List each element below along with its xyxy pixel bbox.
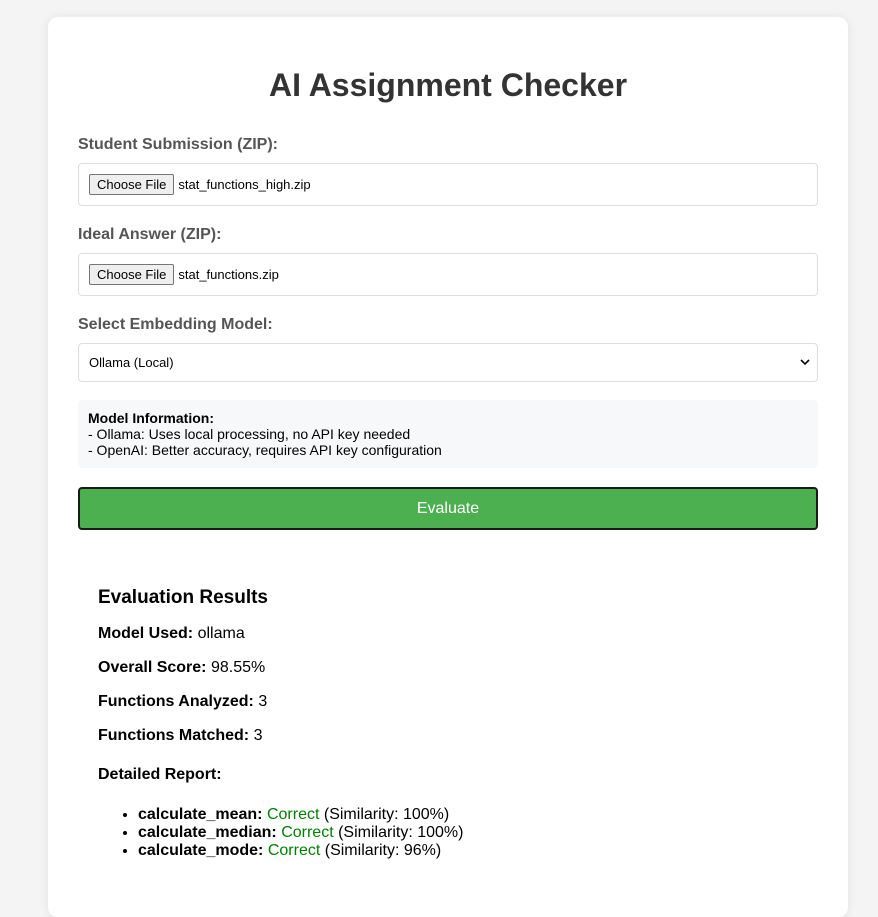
student-submission-group: Student Submission (ZIP): Choose File st… [78, 135, 818, 206]
model-used-row: Model Used: ollama [98, 624, 798, 644]
student-file-input[interactable]: Choose File stat_functions_high.zip [78, 163, 818, 206]
ideal-answer-label: Ideal Answer (ZIP): [78, 226, 222, 243]
model-select-group: Select Embedding Model: Ollama (Local) [78, 315, 818, 382]
ideal-answer-group: Ideal Answer (ZIP): Choose File stat_fun… [78, 225, 818, 296]
function-status: Correct [281, 824, 334, 841]
model-info-box: Model Information: - Ollama: Uses local … [78, 400, 818, 468]
ideal-choose-file-button[interactable]: Choose File [89, 264, 175, 285]
function-name: calculate_median: [138, 824, 277, 841]
functions-matched-row: Functions Matched: 3 [98, 726, 798, 746]
detailed-report-list: calculate_mean: Correct (Similarity: 100… [98, 806, 798, 860]
student-submission-label: Student Submission (ZIP): [78, 136, 278, 153]
evaluate-button[interactable]: Evaluate [78, 487, 818, 530]
functions-matched-value: 3 [253, 727, 263, 744]
student-choose-file-button[interactable]: Choose File [89, 174, 175, 195]
model-select-label: Select Embedding Model: [78, 316, 273, 333]
ideal-file-name: stat_functions.zip [178, 267, 279, 282]
main-card: AI Assignment Checker Student Submission… [48, 17, 848, 917]
function-similarity: (Similarity: 96%) [324, 842, 442, 859]
functions-analyzed-label: Functions Analyzed: [98, 693, 254, 710]
model-select-value: Ollama (Local) [89, 355, 174, 370]
page-title: AI Assignment Checker [268, 67, 628, 103]
functions-matched-label: Functions Matched: [98, 727, 250, 744]
function-status: Correct [267, 842, 321, 859]
list-item: calculate_median: Correct (Similarity: 1… [138, 824, 798, 842]
model-select[interactable]: Ollama (Local) [78, 343, 818, 382]
ideal-file-input[interactable]: Choose File stat_functions.zip [78, 253, 818, 296]
student-file-name: stat_functions_high.zip [178, 177, 311, 192]
list-item: calculate_mode: Correct (Similarity: 96%… [138, 842, 798, 860]
model-info-line: - OpenAI: Better accuracy, requires API … [88, 442, 442, 458]
list-item: calculate_mean: Correct (Similarity: 100… [138, 806, 798, 824]
model-info-heading: Model Information: [88, 410, 214, 426]
function-name: calculate_mode: [138, 842, 264, 859]
chevron-down-icon [799, 357, 811, 369]
functions-analyzed-value: 3 [258, 693, 268, 710]
model-used-label: Model Used: [98, 625, 194, 642]
overall-score-value: 98.55% [210, 659, 266, 676]
evaluation-results: Evaluation Results Model Used: ollama Ov… [78, 586, 818, 860]
results-heading: Evaluation Results [98, 587, 268, 608]
overall-score-label: Overall Score: [98, 659, 207, 676]
overall-score-row: Overall Score: 98.55% [98, 658, 798, 678]
detailed-report-label: Detailed Report: [98, 766, 222, 783]
functions-analyzed-row: Functions Analyzed: 3 [98, 692, 798, 712]
model-used-value: ollama [197, 625, 245, 642]
function-similarity: (Similarity: 100%) [323, 806, 450, 823]
function-status: Correct [266, 806, 320, 823]
function-similarity: (Similarity: 100%) [338, 824, 464, 841]
function-name: calculate_mean: [138, 806, 263, 823]
model-info-line: - Ollama: Uses local processing, no API … [88, 426, 411, 442]
